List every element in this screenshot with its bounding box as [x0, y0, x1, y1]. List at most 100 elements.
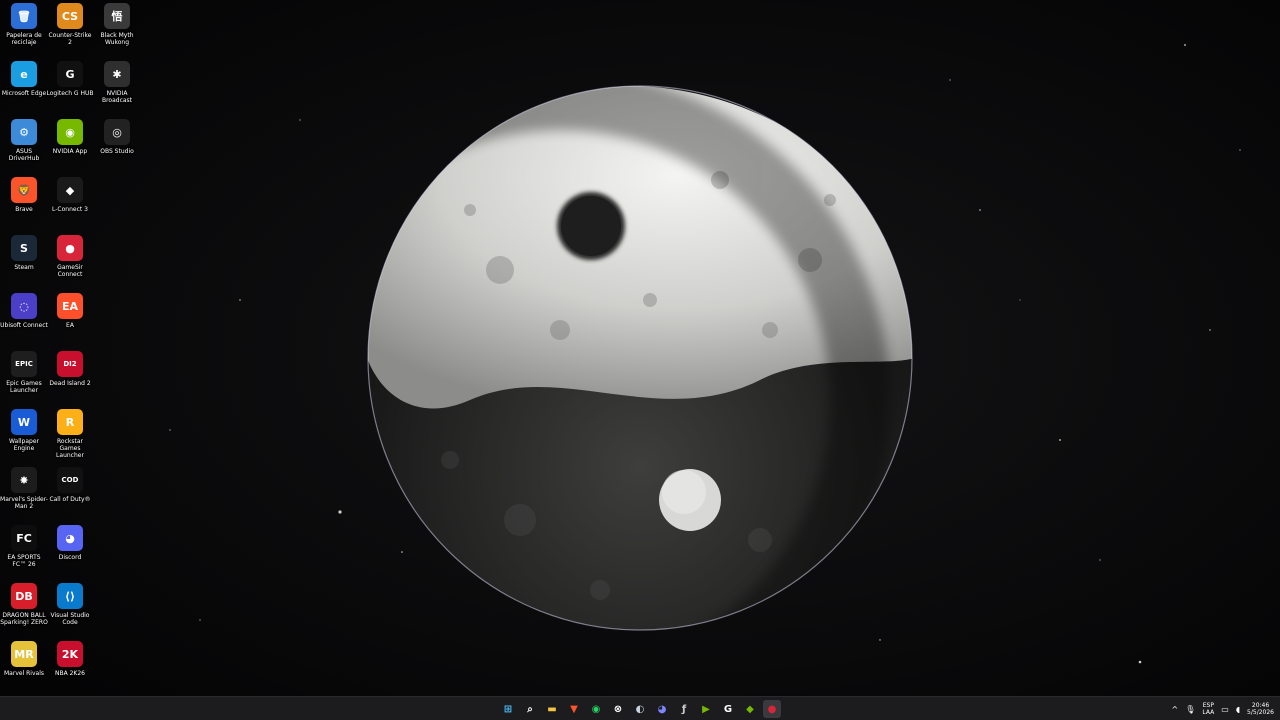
nvidia-app-taskbar-button[interactable]: ◆: [741, 700, 759, 718]
desktop-icon-call-of-duty[interactable]: COD Call of Duty®: [46, 467, 94, 503]
ea-icon: EA: [57, 293, 83, 319]
black-myth-wukong-icon: 悟: [104, 3, 130, 29]
discord-taskbar-button[interactable]: ◕: [653, 700, 671, 718]
desktop-icon-counter-strike-2[interactable]: CS Counter-Strike 2: [46, 3, 94, 46]
desktop-icon-nvidia-app[interactable]: ◉ NVIDIA App: [46, 119, 94, 155]
volume-icon[interactable]: ◖: [1236, 705, 1240, 714]
desktop-icon-label: DRAGON BALL Sparking! ZERO: [0, 612, 48, 626]
desktop-icon-label: ASUS DriverHub: [8, 148, 40, 162]
start-button[interactable]: ⊞: [499, 700, 517, 718]
desktop-icon-marvel-s-spider-man-2[interactable]: ✸ Marvel's Spider-Man 2: [0, 467, 48, 510]
desktop-icon-label: NVIDIA Broadcast: [101, 90, 133, 104]
desktop-icon-nvidia-broadcast[interactable]: ✱ NVIDIA Broadcast: [93, 61, 141, 104]
desktop-icon-logitech-g-hub[interactable]: G Logitech G HUB: [46, 61, 94, 97]
keyboard-layout: LAA: [1202, 709, 1215, 716]
search-button[interactable]: ⌕: [521, 700, 539, 718]
desktop-wallpaper: [0, 0, 1280, 696]
desktop-icon-marvel-rivals[interactable]: MR Marvel Rivals: [0, 641, 48, 677]
file-explorer-button[interactable]: ▬: [543, 700, 561, 718]
epic-games-launcher-icon: EPIC: [11, 351, 37, 377]
desktop-icon-dead-island-2[interactable]: DI2 Dead Island 2: [46, 351, 94, 387]
nvidia-broadcast-taskbar-button[interactable]: ▶: [697, 700, 715, 718]
papelera-de-reciclaje-icon: 🗑: [11, 3, 37, 29]
steam-icon: S: [11, 235, 37, 261]
desktop-icon-label: Microsoft Edge: [1, 90, 47, 97]
desktop-icon-dragon-ball-sparking-zero[interactable]: DB DRAGON BALL Sparking! ZERO: [0, 583, 48, 626]
microsoft-edge-icon: e: [11, 61, 37, 87]
desktop-icon-ea[interactable]: EA EA: [46, 293, 94, 329]
marvel-s-spider-man-2-icon: ✸: [11, 467, 37, 493]
desktop-icon-label: OBS Studio: [100, 148, 134, 155]
l-connect-3-icon: ◆: [57, 177, 83, 203]
desktop-icon-rockstar-games-launcher[interactable]: R Rockstar Games Launcher: [46, 409, 94, 459]
logitech-taskbar-button[interactable]: G: [719, 700, 737, 718]
taskbar-apps: ⊞ ⌕ ▬ ▼ ◉ ⊗ ◐ ◕ ƒ ▶ G ◆ ●: [499, 699, 781, 719]
ubisoft-connect-icon: ◌: [11, 293, 37, 319]
desktop-icon-label: Rockstar Games Launcher: [56, 438, 84, 459]
obs-studio-icon: ◎: [104, 119, 130, 145]
rockstar-games-launcher-icon: R: [57, 409, 83, 435]
wallpaper-engine-icon: W: [11, 409, 37, 435]
desktop-icon-label: Dead Island 2: [49, 380, 91, 387]
desktop-icon-label: Visual Studio Code: [50, 612, 90, 626]
counter-strike-2-icon: CS: [57, 3, 83, 29]
desktop-icon-label: Epic Games Launcher: [6, 380, 42, 394]
desktop-icon-label: EA SPORTS FC™ 26: [7, 554, 41, 568]
network-icon[interactable]: ▭: [1221, 705, 1229, 714]
dead-island-2-icon: DI2: [57, 351, 83, 377]
desktop-icon-ea-sports-fc-26[interactable]: FC EA SPORTS FC™ 26: [0, 525, 48, 568]
desktop-icon-label: NVIDIA App: [52, 148, 88, 155]
taskbar: ⊞ ⌕ ▬ ▼ ◉ ⊗ ◐ ◕ ƒ ▶ G ◆ ● ^ 🎙 ESP LAA ▭ ◖ 20:46 5/5/…: [0, 696, 1280, 720]
clock[interactable]: 20:46 5/5/2026: [1247, 702, 1274, 716]
nvidia-app-icon: ◉: [57, 119, 83, 145]
xbox-taskbar-button[interactable]: ⊗: [609, 700, 627, 718]
desktop-icon-steam[interactable]: S Steam: [0, 235, 48, 271]
brave-icon: 🦁: [11, 177, 37, 203]
desktop-icon-label: Discord: [58, 554, 82, 561]
desktop-icon-asus-driverhub[interactable]: ⚙ ASUS DriverHub: [0, 119, 48, 162]
desktop-icon-label: Counter-Strike 2: [48, 32, 92, 46]
nba-2k26-icon: 2K: [57, 641, 83, 667]
desktop-icon-brave[interactable]: 🦁 Brave: [0, 177, 48, 213]
desktop-icon-obs-studio[interactable]: ◎ OBS Studio: [93, 119, 141, 155]
desktop-icon-ubisoft-connect[interactable]: ◌ Ubisoft Connect: [0, 293, 48, 329]
logitech-g-hub-icon: G: [57, 61, 83, 87]
steam-taskbar-button[interactable]: ◐: [631, 700, 649, 718]
gamesir-taskbar-button[interactable]: ●: [763, 700, 781, 718]
call-of-duty-icon: COD: [57, 467, 83, 493]
desktop-icon-l-connect-3[interactable]: ◆ L-Connect 3: [46, 177, 94, 213]
desktop-icon-label: EA: [66, 322, 74, 329]
desktop-icon-microsoft-edge[interactable]: e Microsoft Edge: [0, 61, 48, 97]
desktop-icon-nba-2k26[interactable]: 2K NBA 2K26: [46, 641, 94, 677]
desktop-icon-label: Marvel Rivals: [4, 670, 44, 677]
desktop-icon-epic-games-launcher[interactable]: EPIC Epic Games Launcher: [0, 351, 48, 394]
desktop-icon-label: Black Myth Wukong: [100, 32, 134, 46]
desktop-icon-label: Steam: [14, 264, 34, 271]
language-code: ESP: [1202, 702, 1214, 709]
marvel-rivals-icon: MR: [11, 641, 37, 667]
chevron-up-icon[interactable]: ^: [1172, 705, 1179, 714]
nvidia-broadcast-icon: ✱: [104, 61, 130, 87]
microphone-icon[interactable]: 🎙: [1185, 705, 1195, 714]
desktop-icon-gamesir-connect[interactable]: ● GameSir Connect: [46, 235, 94, 278]
whatsapp-taskbar-button[interactable]: ◉: [587, 700, 605, 718]
system-tray: ^ 🎙 ESP LAA ▭ ◖ 20:46 5/5/2026: [1172, 697, 1274, 720]
brave-taskbar-button[interactable]: ▼: [565, 700, 583, 718]
desktop-icon-label: Call of Duty®: [49, 496, 91, 503]
desktop-icon-discord[interactable]: ◕ Discord: [46, 525, 94, 561]
discord-icon: ◕: [57, 525, 83, 551]
desktop-icon-label: Ubisoft Connect: [0, 322, 48, 329]
app-taskbar-button[interactable]: ƒ: [675, 700, 693, 718]
desktop-icon-label: L-Connect 3: [52, 206, 88, 213]
asus-driverhub-icon: ⚙: [11, 119, 37, 145]
desktop-icon-black-myth-wukong[interactable]: 悟 Black Myth Wukong: [93, 3, 141, 46]
desktop-icon-visual-studio-code[interactable]: ⟨⟩ Visual Studio Code: [46, 583, 94, 626]
desktop-icon-label: Brave: [15, 206, 33, 213]
language-indicator[interactable]: ESP LAA: [1202, 702, 1214, 716]
clock-date: 5/5/2026: [1247, 709, 1274, 716]
dragon-ball-sparking-zero-icon: DB: [11, 583, 37, 609]
desktop-icon-wallpaper-engine[interactable]: W Wallpaper Engine: [0, 409, 48, 452]
gamesir-connect-icon: ●: [57, 235, 83, 261]
desktop-icon-papelera-de-reciclaje[interactable]: 🗑 Papelera de reciclaje: [0, 3, 48, 46]
desktop-icon-label: Logitech G HUB: [46, 90, 94, 97]
